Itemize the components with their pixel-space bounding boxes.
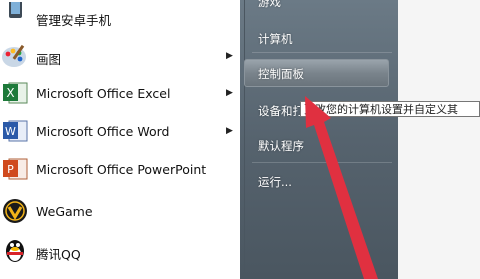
annotation-arrow-icon (305, 96, 378, 279)
